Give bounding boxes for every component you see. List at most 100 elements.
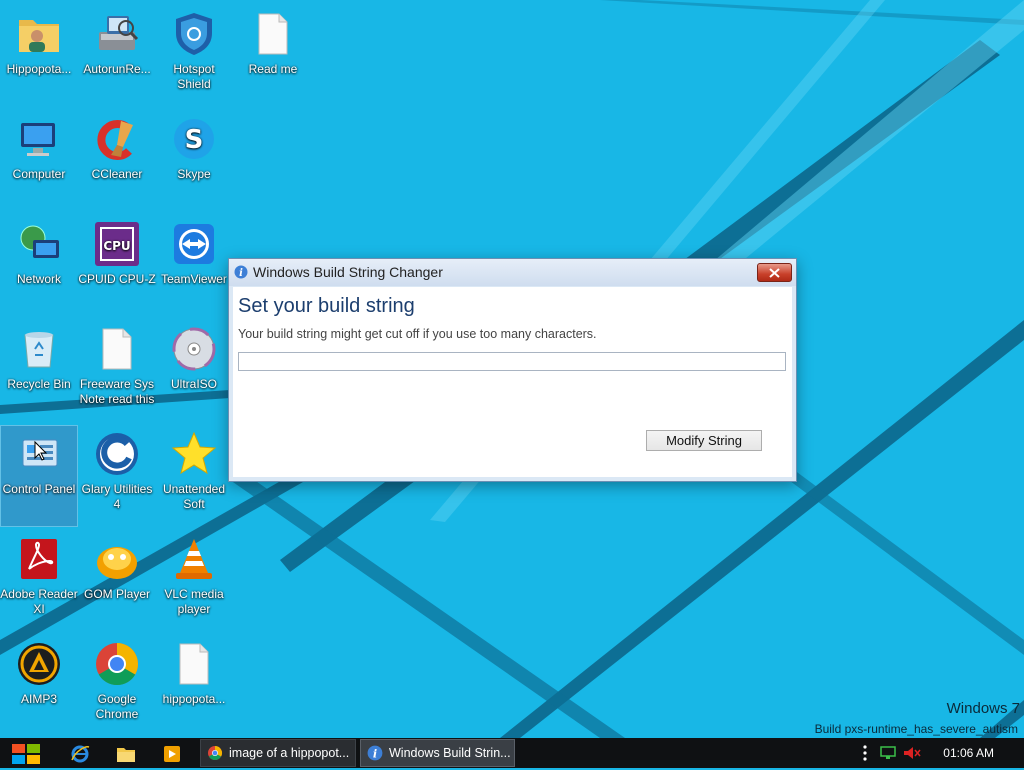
desktop-icon-label: Hotspot Shield bbox=[173, 62, 215, 91]
star-icon bbox=[171, 431, 217, 475]
recycle-bin-icon bbox=[24, 332, 54, 368]
desktop-icon-control-panel[interactable]: Control Panel bbox=[0, 425, 78, 527]
desktop-icon-label: Glary Utilities 4 bbox=[81, 482, 153, 511]
desktop-icon-label: AutorunRe... bbox=[83, 62, 151, 76]
desktop-icon-label: hippopota... bbox=[162, 692, 226, 706]
taskbar-pin-media-player[interactable] bbox=[156, 741, 188, 766]
svg-text:CPU: CPU bbox=[103, 239, 130, 253]
desktop-icon-label: Skype bbox=[177, 167, 211, 181]
desktop-icon-aimp3[interactable]: AIMP3 bbox=[1, 636, 77, 736]
desktop-icon-teamviewer[interactable]: TeamViewer bbox=[156, 216, 232, 316]
start-button[interactable] bbox=[10, 743, 42, 765]
desktop-icon-ccleaner[interactable]: CCleaner bbox=[79, 111, 155, 211]
desktop-icon-freeware-sys-note[interactable]: Freeware Sys Note read this bbox=[79, 321, 155, 421]
desktop-icon-computer[interactable]: Computer bbox=[1, 111, 77, 211]
close-button[interactable] bbox=[757, 263, 792, 282]
folder-icon bbox=[117, 747, 135, 762]
aimp-icon bbox=[18, 643, 60, 685]
shield-icon bbox=[176, 13, 212, 55]
document-icon bbox=[102, 328, 132, 370]
ccleaner-icon bbox=[97, 120, 133, 160]
desktop-icon-autorunre[interactable]: AutorunRe... bbox=[79, 6, 155, 106]
desktop-icon-read-me[interactable]: Read me bbox=[235, 6, 311, 106]
system-tool-icon bbox=[99, 16, 139, 50]
info-icon: i bbox=[367, 745, 383, 761]
taskbar-pin-internet-explorer[interactable] bbox=[64, 741, 96, 766]
document-icon bbox=[179, 643, 209, 685]
os-version-watermark: Windows 7 bbox=[946, 700, 1020, 717]
desktop-icon-hippopota-file[interactable]: hippopota... bbox=[156, 636, 232, 736]
dialog-titlebar[interactable]: i Windows Build String Changer bbox=[229, 259, 796, 286]
desktop-icon-label: GOM Player bbox=[83, 587, 150, 601]
chrome-icon bbox=[96, 643, 139, 686]
disc-icon bbox=[172, 327, 216, 371]
chrome-icon bbox=[208, 746, 223, 761]
svg-text:i: i bbox=[239, 268, 243, 279]
desktop-icon-label: VLC media player bbox=[164, 587, 224, 616]
dialog-title: Windows Build String Changer bbox=[253, 264, 443, 280]
svg-text:i: i bbox=[373, 747, 377, 761]
adobe-reader-icon bbox=[21, 539, 57, 579]
taskbar-task-build-string-changer[interactable]: i Windows Build Strin... bbox=[360, 739, 515, 767]
desktop-icon-gom-player[interactable]: GOM Player bbox=[79, 531, 155, 631]
desktop-icon-label: Freeware Sys Note read this bbox=[79, 377, 155, 406]
desktop-icon-label: TeamViewer bbox=[161, 272, 227, 286]
taskbar-task-chrome[interactable]: image of a hippopot... bbox=[200, 739, 356, 767]
skype-icon: S bbox=[174, 119, 214, 159]
build-string-input[interactable] bbox=[238, 352, 786, 371]
volume-muted-icon bbox=[904, 747, 921, 759]
svg-text:S: S bbox=[185, 125, 204, 155]
taskbar: image of a hippopot... i Windows Build S… bbox=[0, 738, 1024, 768]
desktop-icon-skype[interactable]: S Skype bbox=[156, 111, 232, 211]
close-icon bbox=[769, 267, 780, 278]
desktop-icon-label: Control Panel bbox=[2, 482, 76, 496]
desktop-icon-label: AIMP3 bbox=[20, 692, 57, 706]
desktop-icon-google-chrome[interactable]: Google Chrome bbox=[79, 636, 155, 736]
desktop-icon-glary-utilities[interactable]: Glary Utilities 4 bbox=[79, 426, 155, 526]
desktop-icon-label: Hippopota... bbox=[6, 62, 72, 76]
dialog-heading: Set your build string bbox=[238, 295, 415, 317]
taskbar-clock[interactable]: 01:06 AM bbox=[943, 746, 994, 760]
taskbar-pin-file-explorer[interactable] bbox=[110, 741, 142, 766]
gom-player-icon bbox=[97, 547, 137, 579]
tray-network[interactable] bbox=[878, 738, 898, 768]
desktop-icon-label: CCleaner bbox=[91, 167, 143, 181]
internet-explorer-icon bbox=[71, 745, 90, 762]
desktop-icon-label: Computer bbox=[12, 167, 66, 181]
desktop-icon-label: Recycle Bin bbox=[7, 377, 71, 391]
desktop-icon-unattended-soft[interactable]: Unattended Soft bbox=[156, 426, 232, 526]
desktop-icon-cpuz[interactable]: CPU CPUID CPU-Z bbox=[78, 216, 156, 316]
network-status-icon bbox=[880, 746, 896, 759]
dialog-subtext: Your build string might get cut off if y… bbox=[238, 327, 597, 341]
modify-string-button[interactable]: Modify String bbox=[646, 430, 762, 451]
desktop-icon-label: UltraISO bbox=[170, 377, 217, 391]
desktop-icon-label: CPUID CPU-Z bbox=[78, 272, 156, 286]
network-icon bbox=[20, 225, 59, 258]
desktop-icon-recycle-bin[interactable]: Recycle Bin bbox=[1, 321, 77, 421]
desktop-icon-network[interactable]: Network bbox=[1, 216, 77, 316]
desktop-icon-vlc[interactable]: VLC media player bbox=[156, 531, 232, 631]
desktop-icon-label: Unattended Soft bbox=[162, 482, 226, 511]
build-string-changer-dialog: i Windows Build String Changer Set your … bbox=[228, 258, 797, 482]
tray-volume[interactable] bbox=[902, 738, 922, 768]
desktop-icon-label: Read me bbox=[248, 62, 298, 76]
computer-icon bbox=[21, 123, 55, 156]
taskbar-task-label: image of a hippopot... bbox=[229, 746, 350, 760]
more-icon bbox=[863, 745, 867, 761]
cpuz-icon: CPU bbox=[95, 222, 139, 266]
build-string-watermark: Build pxs-runtime_has_severe_autism bbox=[814, 722, 1018, 736]
desktop-icon-label: Adobe Reader XI bbox=[0, 587, 78, 616]
tray-overflow-button[interactable] bbox=[858, 738, 872, 768]
vlc-icon bbox=[176, 539, 212, 579]
desktop-icon-label: Network bbox=[16, 272, 61, 286]
folder-person-icon bbox=[19, 20, 59, 52]
document-icon bbox=[258, 13, 288, 55]
teamviewer-icon bbox=[174, 224, 214, 264]
desktop-icon-label: Google Chrome bbox=[95, 692, 139, 721]
control-panel-icon bbox=[22, 439, 58, 467]
desktop-icon-adobe-reader[interactable]: Adobe Reader XI bbox=[0, 531, 78, 631]
desktop-icon-hippopota-folder[interactable]: Hippopota... bbox=[1, 6, 77, 106]
windows-logo-icon bbox=[12, 744, 40, 764]
desktop-icon-ultraiso[interactable]: UltraISO bbox=[156, 321, 232, 421]
desktop-icon-hotspot-shield[interactable]: Hotspot Shield bbox=[156, 6, 232, 106]
